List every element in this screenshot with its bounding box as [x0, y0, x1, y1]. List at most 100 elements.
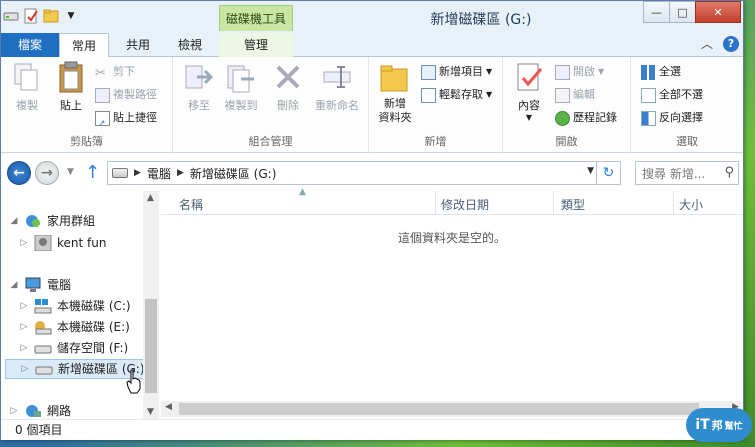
- edit-label: 編輯: [573, 88, 595, 101]
- select-all-button[interactable]: 全選: [641, 63, 681, 81]
- collapse-arrow-icon[interactable]: ◢: [9, 275, 19, 295]
- easy-access-dropdown[interactable]: 輕鬆存取 ▼: [421, 86, 492, 104]
- collapse-arrow-icon[interactable]: ◢: [9, 211, 19, 231]
- dropdown-arrow-icon: ▼: [486, 67, 493, 76]
- tab-file[interactable]: 檔案: [1, 33, 59, 57]
- select-none-button[interactable]: 全部不選: [641, 86, 703, 104]
- refresh-icon[interactable]: ↻: [596, 161, 620, 185]
- organize-group: 移至 複製到 刪除 重新命名 組合管理: [173, 57, 369, 153]
- open-label: 開啟: [573, 65, 595, 78]
- drive-icon[interactable]: [3, 8, 19, 24]
- new-folder-button[interactable]: 新增 資料夾: [373, 61, 417, 125]
- invert-selection-button[interactable]: 反向選擇: [641, 109, 703, 127]
- window-title: 新增磁碟區 (G:): [430, 12, 532, 28]
- history-button[interactable]: 歷程記錄: [555, 109, 617, 127]
- scrollbar-thumb[interactable]: [145, 299, 157, 393]
- recent-locations-dropdown-icon[interactable]: ▼: [67, 167, 74, 177]
- new-group: 新增 資料夾 新增項目 ▼ 輕鬆存取 ▼ 新增: [369, 57, 503, 153]
- scrollbar-thumb[interactable]: [179, 403, 699, 415]
- open-dropdown[interactable]: 開啟 ▼: [555, 63, 604, 81]
- expand-arrow-icon[interactable]: ▷: [19, 233, 29, 253]
- history-icon: [555, 110, 570, 126]
- expand-arrow-icon[interactable]: ▷: [9, 401, 19, 421]
- ithome-watermark-logo: iT 邦 幫忙: [686, 408, 752, 442]
- copy-path-button[interactable]: 複製路徑: [95, 86, 157, 104]
- scroll-up-icon[interactable]: ▲: [147, 193, 154, 203]
- tab-view[interactable]: 檢視: [165, 33, 215, 57]
- move-to-icon: [185, 65, 214, 89]
- help-icon[interactable]: ?: [723, 36, 739, 52]
- maximize-button[interactable]: □: [669, 1, 696, 23]
- address-bar[interactable]: ▶ 電腦 ▶ 新增磁碟區 (G:) ▼ ↻: [107, 161, 621, 185]
- close-button[interactable]: ✕: [695, 1, 741, 23]
- column-date-modified[interactable]: 修改日期: [441, 196, 489, 213]
- cut-button[interactable]: ✂ 剪下: [95, 63, 135, 81]
- tree-item-user[interactable]: ▷ kent fun: [19, 233, 106, 253]
- tree-label: 本機磁碟 (C:): [57, 299, 131, 313]
- paste-button[interactable]: 貼上: [51, 61, 91, 113]
- address-dropdown-icon[interactable]: ▼: [587, 166, 594, 176]
- expand-arrow-icon[interactable]: ▷: [19, 317, 29, 337]
- breadcrumb-computer[interactable]: 電腦: [147, 165, 171, 182]
- tree-item-drive-c[interactable]: ▷ 本機磁碟 (C:): [19, 296, 131, 316]
- open-group-label: 開啟: [555, 135, 578, 148]
- copy-to-button[interactable]: 複製到: [221, 61, 261, 113]
- paste-shortcut-button[interactable]: ↗ 貼上捷徑: [95, 109, 157, 129]
- column-size[interactable]: 大小: [679, 196, 703, 213]
- delete-button[interactable]: 刪除: [271, 61, 305, 113]
- paste-shortcut-icon: ↗: [95, 110, 110, 129]
- edit-button[interactable]: 編輯: [555, 86, 595, 104]
- storage-drive-icon: [34, 340, 52, 356]
- tree-item-drive-e[interactable]: ▷ 本機磁碟 (E:): [19, 317, 130, 337]
- invert-selection-icon: [641, 110, 656, 126]
- breadcrumb-drive-g[interactable]: 新增磁碟區 (G:): [190, 165, 277, 182]
- copy-button[interactable]: 複製: [9, 61, 45, 113]
- clipboard-group: 複製 貼上 ✂ 剪下 複製路徑 ↗ 貼上捷徑 剪貼簿: [1, 57, 173, 153]
- paste-label: 貼上: [60, 99, 82, 112]
- column-type[interactable]: 類型: [561, 196, 585, 213]
- scroll-left-icon[interactable]: ◀: [165, 402, 172, 412]
- dropdown-arrow-icon: ▼: [486, 90, 493, 99]
- easy-access-icon: [421, 87, 436, 103]
- tab-home[interactable]: 常用: [59, 33, 109, 58]
- new-item-dropdown[interactable]: 新增項目 ▼: [421, 63, 492, 81]
- properties-button[interactable]: 內容 ▼: [509, 61, 549, 122]
- tab-manage[interactable]: 管理: [219, 33, 293, 57]
- move-to-button[interactable]: 移至: [179, 61, 219, 113]
- column-divider[interactable]: [435, 191, 436, 215]
- tree-item-network[interactable]: ▷ 網路: [9, 401, 71, 421]
- search-input[interactable]: 搜尋 新增... ⚲: [635, 161, 739, 185]
- copy-icon: [14, 63, 38, 91]
- expand-arrow-icon[interactable]: ▷: [19, 338, 29, 358]
- rename-button[interactable]: 重新命名: [309, 61, 365, 113]
- copy-to-icon: [227, 65, 254, 93]
- scroll-down-icon[interactable]: ▼: [147, 407, 154, 417]
- ribbon-collapse-icon[interactable]: ︿: [699, 36, 715, 52]
- tree-item-homegroup[interactable]: ◢ 家用群組: [9, 211, 95, 231]
- tree-item-drive-f[interactable]: ▷ 儲存空間 (F:): [19, 338, 129, 358]
- copy-label: 複製: [16, 99, 38, 112]
- column-divider[interactable]: [553, 191, 554, 215]
- new-folder-qat-icon[interactable]: [43, 8, 59, 24]
- column-divider[interactable]: [673, 191, 674, 215]
- empty-folder-message: 這個資料夾是空的。: [397, 231, 506, 245]
- expand-arrow-icon[interactable]: ▷: [19, 296, 29, 316]
- expand-arrow-icon[interactable]: ▷: [20, 359, 30, 379]
- forward-button[interactable]: →: [35, 161, 59, 185]
- minimize-button[interactable]: —: [643, 1, 670, 23]
- copy-path-icon: [95, 87, 110, 103]
- properties-qat-icon[interactable]: [23, 8, 39, 24]
- horizontal-scrollbar[interactable]: ◀ ▶: [161, 401, 743, 417]
- clipboard-group-label: 剪貼簿: [70, 135, 103, 148]
- paste-icon: [59, 61, 83, 93]
- back-button[interactable]: ←: [7, 161, 31, 185]
- up-arrow-icon[interactable]: ↑: [85, 162, 100, 183]
- tab-share[interactable]: 共用: [113, 33, 163, 57]
- navigation-scrollbar[interactable]: ▲ ▼: [143, 191, 159, 419]
- edit-icon: [555, 87, 570, 103]
- customize-qat-dropdown-icon[interactable]: ▼: [63, 8, 79, 24]
- column-name[interactable]: 名稱: [179, 196, 203, 213]
- tree-item-computer[interactable]: ◢ 電腦: [9, 275, 71, 295]
- move-to-label: 移至: [188, 99, 210, 112]
- watermark-text: 邦: [711, 419, 723, 432]
